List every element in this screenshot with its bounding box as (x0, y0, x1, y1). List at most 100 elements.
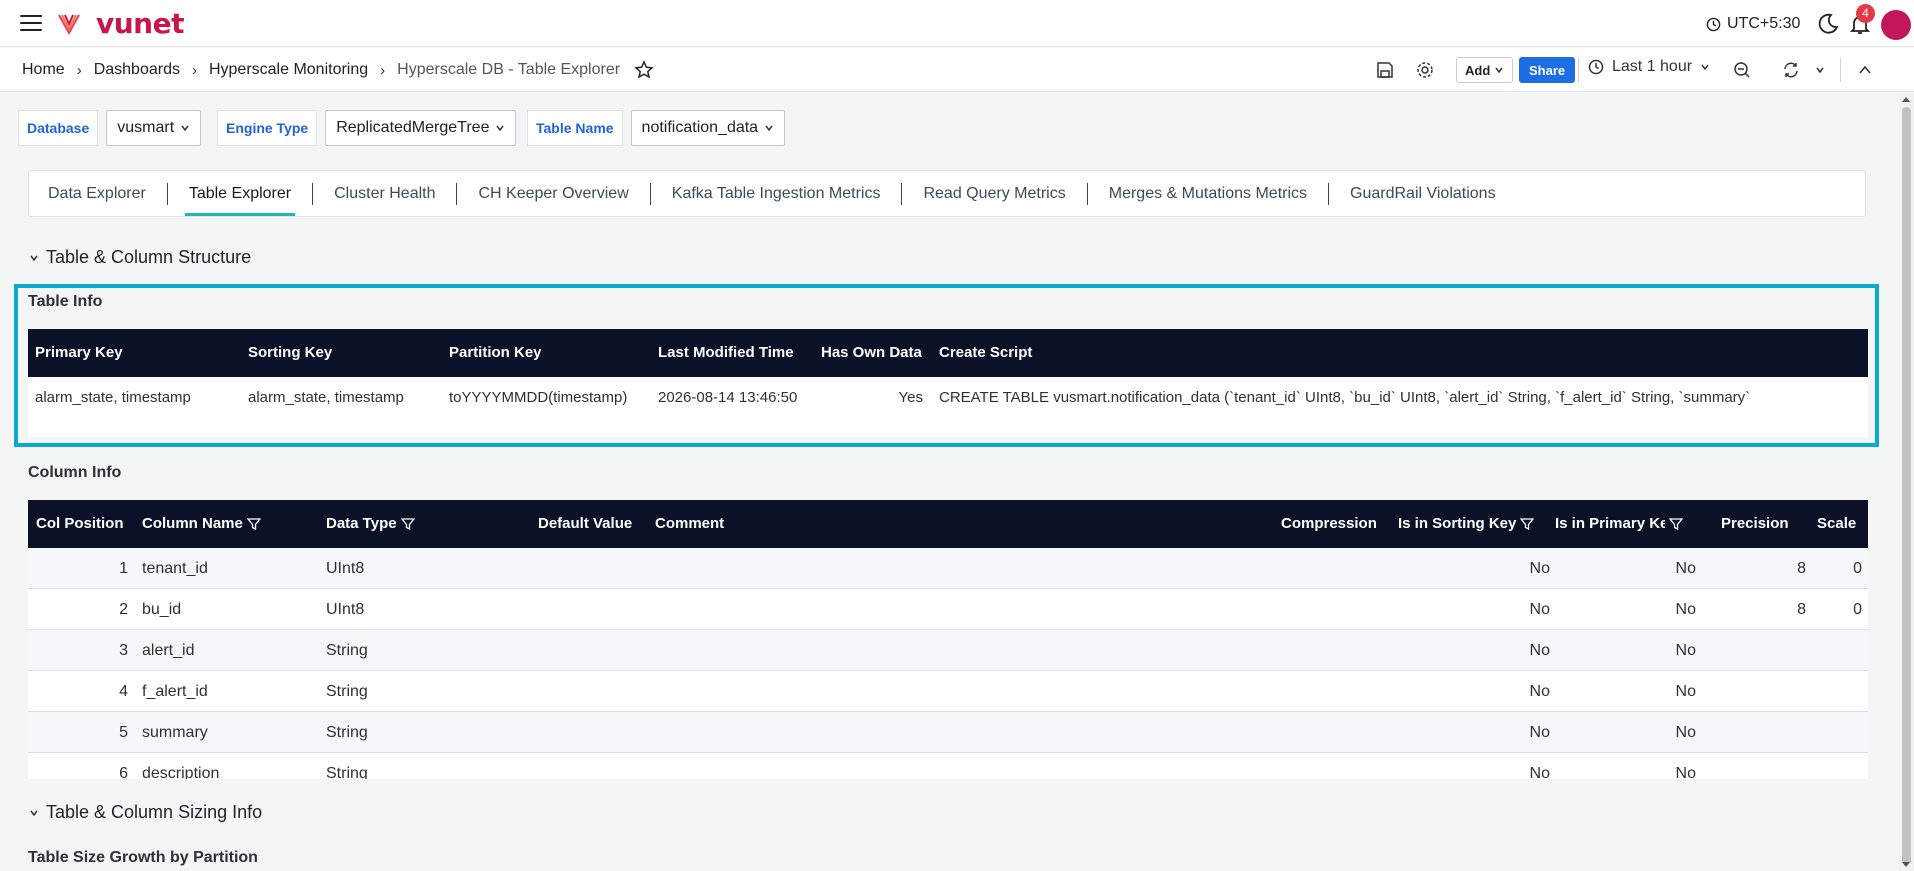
breadcrumb-home[interactable]: Home (22, 61, 65, 79)
cell-is-in-primary-key: No (1675, 683, 1696, 700)
filter-funnel-icon[interactable] (1520, 517, 1535, 531)
table-name-filter: Table Name notification_data (527, 110, 786, 146)
user-avatar[interactable] (1881, 10, 1911, 40)
table-info-header: Primary Key Sorting Key Partition Key La… (28, 329, 1868, 377)
tab-divider (649, 182, 651, 205)
breadcrumb-current-page: Hyperscale DB - Table Explorer (397, 61, 621, 78)
tab-table-explorer[interactable]: Table Explorer (178, 170, 302, 217)
dark-mode-moon-icon[interactable] (1816, 12, 1840, 36)
breadcrumb-separator-icon: › (76, 61, 82, 79)
cell-column-name: alert_id (142, 642, 195, 659)
column-header-comment[interactable]: Comment (655, 500, 724, 548)
cell-is-in-primary-key: No (1675, 724, 1696, 741)
engine-type-select[interactable]: ReplicatedMergeTree (325, 110, 517, 146)
header-label: Precision (1721, 515, 1789, 532)
scrollbar-thumb[interactable] (1902, 107, 1911, 864)
cell-is-in-sorting-key: No (1529, 765, 1550, 779)
share-button[interactable]: Share (1519, 57, 1576, 83)
toolbar-divider (1840, 58, 1841, 82)
add-button-label: Add (1465, 62, 1491, 78)
add-panel-button[interactable]: Add (1456, 57, 1514, 83)
save-icon[interactable] (1374, 59, 1396, 81)
header-label: Is in Sorting Key (1398, 515, 1517, 532)
scroll-down-arrow-icon[interactable] (1902, 862, 1910, 867)
cell-is-in-sorting-key: No (1529, 560, 1550, 577)
column-header-is-in-sorting-key[interactable]: Is in Sorting Key (1398, 500, 1535, 548)
column-header-default-value[interactable]: Default Value (538, 500, 632, 548)
table-info-row: alarm_state, timestamp alarm_state, time… (28, 377, 1868, 437)
breadcrumb-hyperscale-monitoring[interactable]: Hyperscale Monitoring (209, 61, 368, 79)
column-header-last-modified-time[interactable]: Last Modified Time (658, 329, 818, 377)
table-size-growth-title: Table Size Growth by Partition (28, 849, 258, 866)
scroll-up-arrow-icon[interactable] (1902, 97, 1910, 102)
database-select[interactable]: vusmart (106, 110, 202, 146)
hamburger-menu-icon[interactable] (20, 15, 42, 31)
tab-divider (456, 182, 458, 205)
tab-ch-keeper-overview[interactable]: CH Keeper Overview (467, 170, 639, 217)
chevron-down-icon (30, 255, 38, 261)
section-table-column-structure[interactable]: Table & Column Structure (28, 247, 251, 268)
column-header-partition-key[interactable]: Partition Key (449, 329, 644, 377)
cell-is-in-primary-key: No (1675, 642, 1696, 659)
table-row[interactable]: 5 summary String No No (28, 712, 1868, 753)
table-row[interactable]: 4 f_alert_id String No No (28, 671, 1868, 712)
favorite-star-icon[interactable] (634, 60, 654, 80)
app-logo-text: vunet (96, 7, 185, 40)
cell-data-type: String (326, 683, 368, 700)
top-bar: vunet UTC+5:30 4 (0, 0, 1914, 47)
tab-data-explorer[interactable]: Data Explorer (37, 170, 157, 217)
column-header-has-own-data[interactable]: Has Own Data (821, 329, 923, 377)
timezone-label: UTC+5:30 (1727, 15, 1801, 32)
section-table-column-sizing-info[interactable]: Table & Column Sizing Info (28, 802, 262, 823)
table-name-select[interactable]: notification_data (630, 110, 786, 146)
table-row[interactable]: 2 bu_id UInt8 No No 8 0 (28, 589, 1868, 630)
database-filter-label: Database (18, 110, 99, 146)
filter-funnel-icon[interactable] (246, 517, 261, 531)
header-label: Data Type (326, 515, 397, 532)
cell-is-in-primary-key: No (1675, 560, 1696, 577)
cell-partition-key: toYYYYMMDD(timestamp) (449, 389, 628, 406)
tab-kafka-table-ingestion-metrics[interactable]: Kafka Table Ingestion Metrics (661, 170, 892, 217)
column-info-table: Col Position Column Name Data Type Defau… (28, 500, 1868, 779)
filter-funnel-icon[interactable] (1669, 517, 1683, 531)
table-row[interactable]: 6 description String No No (28, 753, 1868, 779)
cell-is-in-sorting-key: No (1529, 724, 1550, 741)
column-header-precision[interactable]: Precision (1721, 500, 1789, 548)
column-header-column-name[interactable]: Column Name (142, 500, 261, 548)
filter-funnel-icon[interactable] (400, 517, 415, 531)
refresh-icon[interactable] (1780, 59, 1802, 81)
column-header-sorting-key[interactable]: Sorting Key (248, 329, 438, 377)
page-scrollbar[interactable] (1899, 93, 1914, 871)
cell-scale: 0 (1853, 601, 1862, 618)
tab-cluster-health[interactable]: Cluster Health (323, 170, 446, 217)
collapse-chevron-up-icon[interactable] (1854, 59, 1876, 81)
column-header-primary-key[interactable]: Primary Key (35, 329, 235, 377)
column-header-create-script[interactable]: Create Script (939, 329, 1839, 377)
zoom-out-icon[interactable] (1731, 59, 1753, 81)
header-label: Compression (1281, 515, 1377, 532)
timezone-indicator[interactable]: UTC+5:30 (1706, 15, 1800, 33)
cell-col-position: 5 (119, 724, 128, 741)
time-range-label: Last 1 hour (1612, 58, 1693, 75)
header-label: Column Name (142, 515, 243, 532)
refresh-interval-chevron-down-icon[interactable] (1809, 59, 1831, 81)
table-row[interactable]: 1 tenant_id UInt8 No No 8 0 (28, 548, 1868, 589)
time-range-picker[interactable]: Last 1 hour (1588, 58, 1710, 76)
tab-read-query-metrics[interactable]: Read Query Metrics (912, 170, 1076, 217)
column-header-col-position[interactable]: Col Position (36, 500, 124, 548)
chevron-down-icon (1701, 64, 1709, 71)
breadcrumb-separator-icon: › (380, 61, 386, 79)
cell-column-name: bu_id (142, 601, 182, 618)
column-header-scale[interactable]: Scale (1817, 500, 1856, 548)
cell-precision: 8 (1797, 601, 1806, 618)
column-header-compression[interactable]: Compression (1281, 500, 1377, 548)
database-filter: Database vusmart (18, 110, 202, 146)
tab-merges-mutations-metrics[interactable]: Merges & Mutations Metrics (1098, 170, 1318, 217)
column-header-is-in-primary-key[interactable]: Is in Primary Key (1555, 500, 1683, 548)
settings-gear-icon[interactable] (1414, 59, 1436, 81)
column-header-data-type[interactable]: Data Type (326, 500, 415, 548)
table-row[interactable]: 3 alert_id String No No (28, 630, 1868, 671)
tab-guardrail-violations[interactable]: GuardRail Violations (1339, 170, 1507, 217)
dashboard-toolbar: Add Share Last 1 hour (1374, 48, 1914, 92)
breadcrumb-dashboards[interactable]: Dashboards (94, 61, 180, 79)
